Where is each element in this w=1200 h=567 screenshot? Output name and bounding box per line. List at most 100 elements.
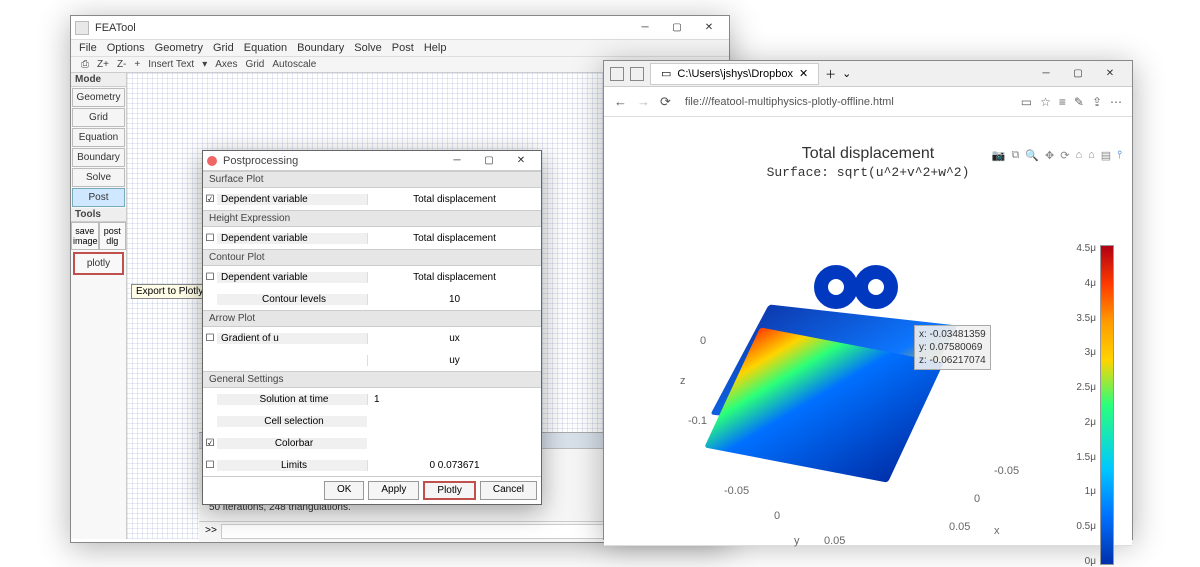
height-value[interactable]: Total displacement	[367, 233, 541, 244]
copy-icon[interactable]: ⧉	[1011, 149, 1019, 162]
tool-plotly[interactable]: plotly	[73, 252, 124, 275]
close-button[interactable]: ✕	[693, 16, 725, 39]
reset-camera-icon[interactable]: ⌂	[1088, 149, 1095, 162]
arrow-checkbox[interactable]: ☐	[203, 333, 217, 344]
tb-zoom-out[interactable]: Z-	[117, 59, 126, 70]
tool-post-dlg[interactable]: post dlg	[99, 222, 127, 250]
plotly-button[interactable]: Plotly	[423, 481, 475, 500]
tb-print[interactable]: ⎙	[81, 59, 89, 70]
tab-close-icon[interactable]: ✕	[799, 67, 808, 80]
app-icon	[75, 21, 89, 35]
plotly-logo-icon[interactable]: ⫯	[1117, 149, 1122, 162]
menu-bar: File Options Geometry Grid Equation Boun…	[71, 40, 729, 57]
forward-button[interactable]: →	[637, 94, 650, 109]
tb-plus[interactable]: +	[134, 59, 140, 70]
tb-axes[interactable]: Axes	[215, 59, 237, 70]
plot-3d-axes[interactable]: x: -0.03481359 y: 0.07580069 z: -0.06217…	[694, 235, 1044, 555]
tab-chevron-icon[interactable]: ⌄	[842, 67, 851, 80]
browser-minimize[interactable]: ─	[1030, 61, 1062, 86]
colorbar-checkbox[interactable]: ☑	[203, 438, 217, 449]
y-axis-label: y	[794, 535, 800, 547]
limits-checkbox[interactable]: ☐	[203, 460, 217, 471]
reading-list-icon[interactable]: ≡	[1059, 95, 1066, 109]
mode-label: Mode	[71, 73, 126, 87]
surface-label: Dependent variable	[217, 194, 367, 205]
refresh-button[interactable]: ⟳	[660, 94, 671, 110]
url-bar[interactable]: file:///featool-multiphysics-plotly-offl…	[681, 94, 1011, 110]
x-tick-0: -0.05	[994, 465, 1019, 477]
surface-checkbox[interactable]: ☑	[203, 194, 217, 205]
pan-icon[interactable]: ✥	[1045, 149, 1054, 162]
dialog-close[interactable]: ✕	[505, 151, 537, 170]
dialog-minimize[interactable]: ─	[441, 151, 473, 170]
menu-equation[interactable]: Equation	[244, 42, 287, 54]
annotate-icon[interactable]: ✎	[1074, 95, 1084, 109]
reading-view-icon[interactable]: ▭	[1021, 95, 1032, 109]
dialog-icon	[207, 156, 217, 166]
featool-titlebar[interactable]: FEATool ─ ▢ ✕	[71, 16, 729, 40]
limits-value[interactable]: 0 0.073671	[367, 460, 541, 471]
tab-overview-icon[interactable]	[630, 67, 644, 81]
more-icon[interactable]: ⋯	[1110, 95, 1122, 109]
chart-subtitle: Surface: sqrt(u^2+v^2+w^2)	[604, 165, 1132, 180]
camera-icon[interactable]: 📷	[992, 149, 1006, 162]
favorite-icon[interactable]: ☆	[1040, 95, 1051, 109]
menu-boundary[interactable]: Boundary	[297, 42, 344, 54]
mode-equation[interactable]: Equation	[72, 128, 125, 147]
mode-post[interactable]: Post	[72, 188, 125, 207]
browser-content: 📷 ⧉ 🔍 ✥ ⟳ ⌂ ⌂ ▤ ⫯ Total displacement Sur…	[604, 145, 1132, 545]
tool-save-image[interactable]: save image	[71, 222, 99, 250]
arrow-value2[interactable]: uy	[367, 355, 541, 366]
browser-tab-strip: ▭ C:\Users\jshys\Dropbox ✕ ＋ ⌄ ─ ▢ ✕	[604, 61, 1132, 87]
tb-zoom-in[interactable]: Z+	[97, 59, 109, 70]
contour-checkbox[interactable]: ☐	[203, 272, 217, 283]
contour-levels-value[interactable]: 10	[367, 294, 541, 305]
mode-grid[interactable]: Grid	[72, 108, 125, 127]
contour-value[interactable]: Total displacement	[367, 272, 541, 283]
browser-tab[interactable]: ▭ C:\Users\jshys\Dropbox ✕	[650, 63, 819, 85]
apply-button[interactable]: Apply	[368, 481, 419, 500]
y-tick-2: 0.05	[824, 535, 845, 547]
height-label: Dependent variable	[217, 233, 367, 244]
browser-close[interactable]: ✕	[1094, 61, 1126, 86]
cancel-button[interactable]: Cancel	[480, 481, 537, 500]
turntable-icon[interactable]: ⌂	[1075, 149, 1082, 162]
surface-value[interactable]: Total displacement	[367, 194, 541, 205]
share-icon[interactable]: ⇪	[1092, 95, 1102, 109]
dialog-maximize[interactable]: ▢	[473, 151, 505, 170]
tb-dropdown[interactable]: ▾	[202, 59, 207, 70]
menu-help[interactable]: Help	[424, 42, 447, 54]
menu-solve[interactable]: Solve	[354, 42, 382, 54]
dialog-titlebar[interactable]: Postprocessing ─ ▢ ✕	[203, 151, 541, 171]
x-axis-label: x	[994, 525, 1000, 537]
menu-grid[interactable]: Grid	[213, 42, 234, 54]
height-checkbox[interactable]: ☐	[203, 233, 217, 244]
menu-post[interactable]: Post	[392, 42, 414, 54]
x-tick-2: 0.05	[949, 521, 970, 533]
new-tab-button[interactable]: ＋	[825, 66, 836, 82]
mode-geometry[interactable]: Geometry	[72, 88, 125, 107]
limits-label: Limits	[217, 460, 367, 471]
arrow-value1[interactable]: ux	[367, 333, 541, 344]
colorbar-ticks: 4.5μ 4μ 3.5μ 3μ 2.5μ 2μ 1.5μ 1μ 0.5μ 0μ	[1066, 243, 1096, 567]
tb-grid[interactable]: Grid	[245, 59, 264, 70]
minimize-button[interactable]: ─	[629, 16, 661, 39]
browser-maximize[interactable]: ▢	[1062, 61, 1094, 86]
tb-insert-text[interactable]: Insert Text	[148, 59, 194, 70]
menu-options[interactable]: Options	[107, 42, 145, 54]
zoom-icon[interactable]: 🔍	[1025, 149, 1039, 162]
plotly-modebar: 📷 ⧉ 🔍 ✥ ⟳ ⌂ ⌂ ▤ ⫯	[992, 149, 1122, 162]
ok-button[interactable]: OK	[324, 481, 364, 500]
hover-icon[interactable]: ▤	[1101, 149, 1111, 162]
menu-file[interactable]: File	[79, 42, 97, 54]
mode-boundary[interactable]: Boundary	[72, 148, 125, 167]
tb-autoscale[interactable]: Autoscale	[272, 59, 316, 70]
plotly-tooltip: Export to Plotly	[131, 284, 208, 299]
orbit-icon[interactable]: ⟳	[1060, 149, 1069, 162]
maximize-button[interactable]: ▢	[661, 16, 693, 39]
soltime-value[interactable]: 1	[367, 394, 541, 405]
tab-group-icon[interactable]	[610, 67, 624, 81]
mode-solve[interactable]: Solve	[72, 168, 125, 187]
back-button[interactable]: ←	[614, 94, 627, 109]
menu-geometry[interactable]: Geometry	[155, 42, 203, 54]
